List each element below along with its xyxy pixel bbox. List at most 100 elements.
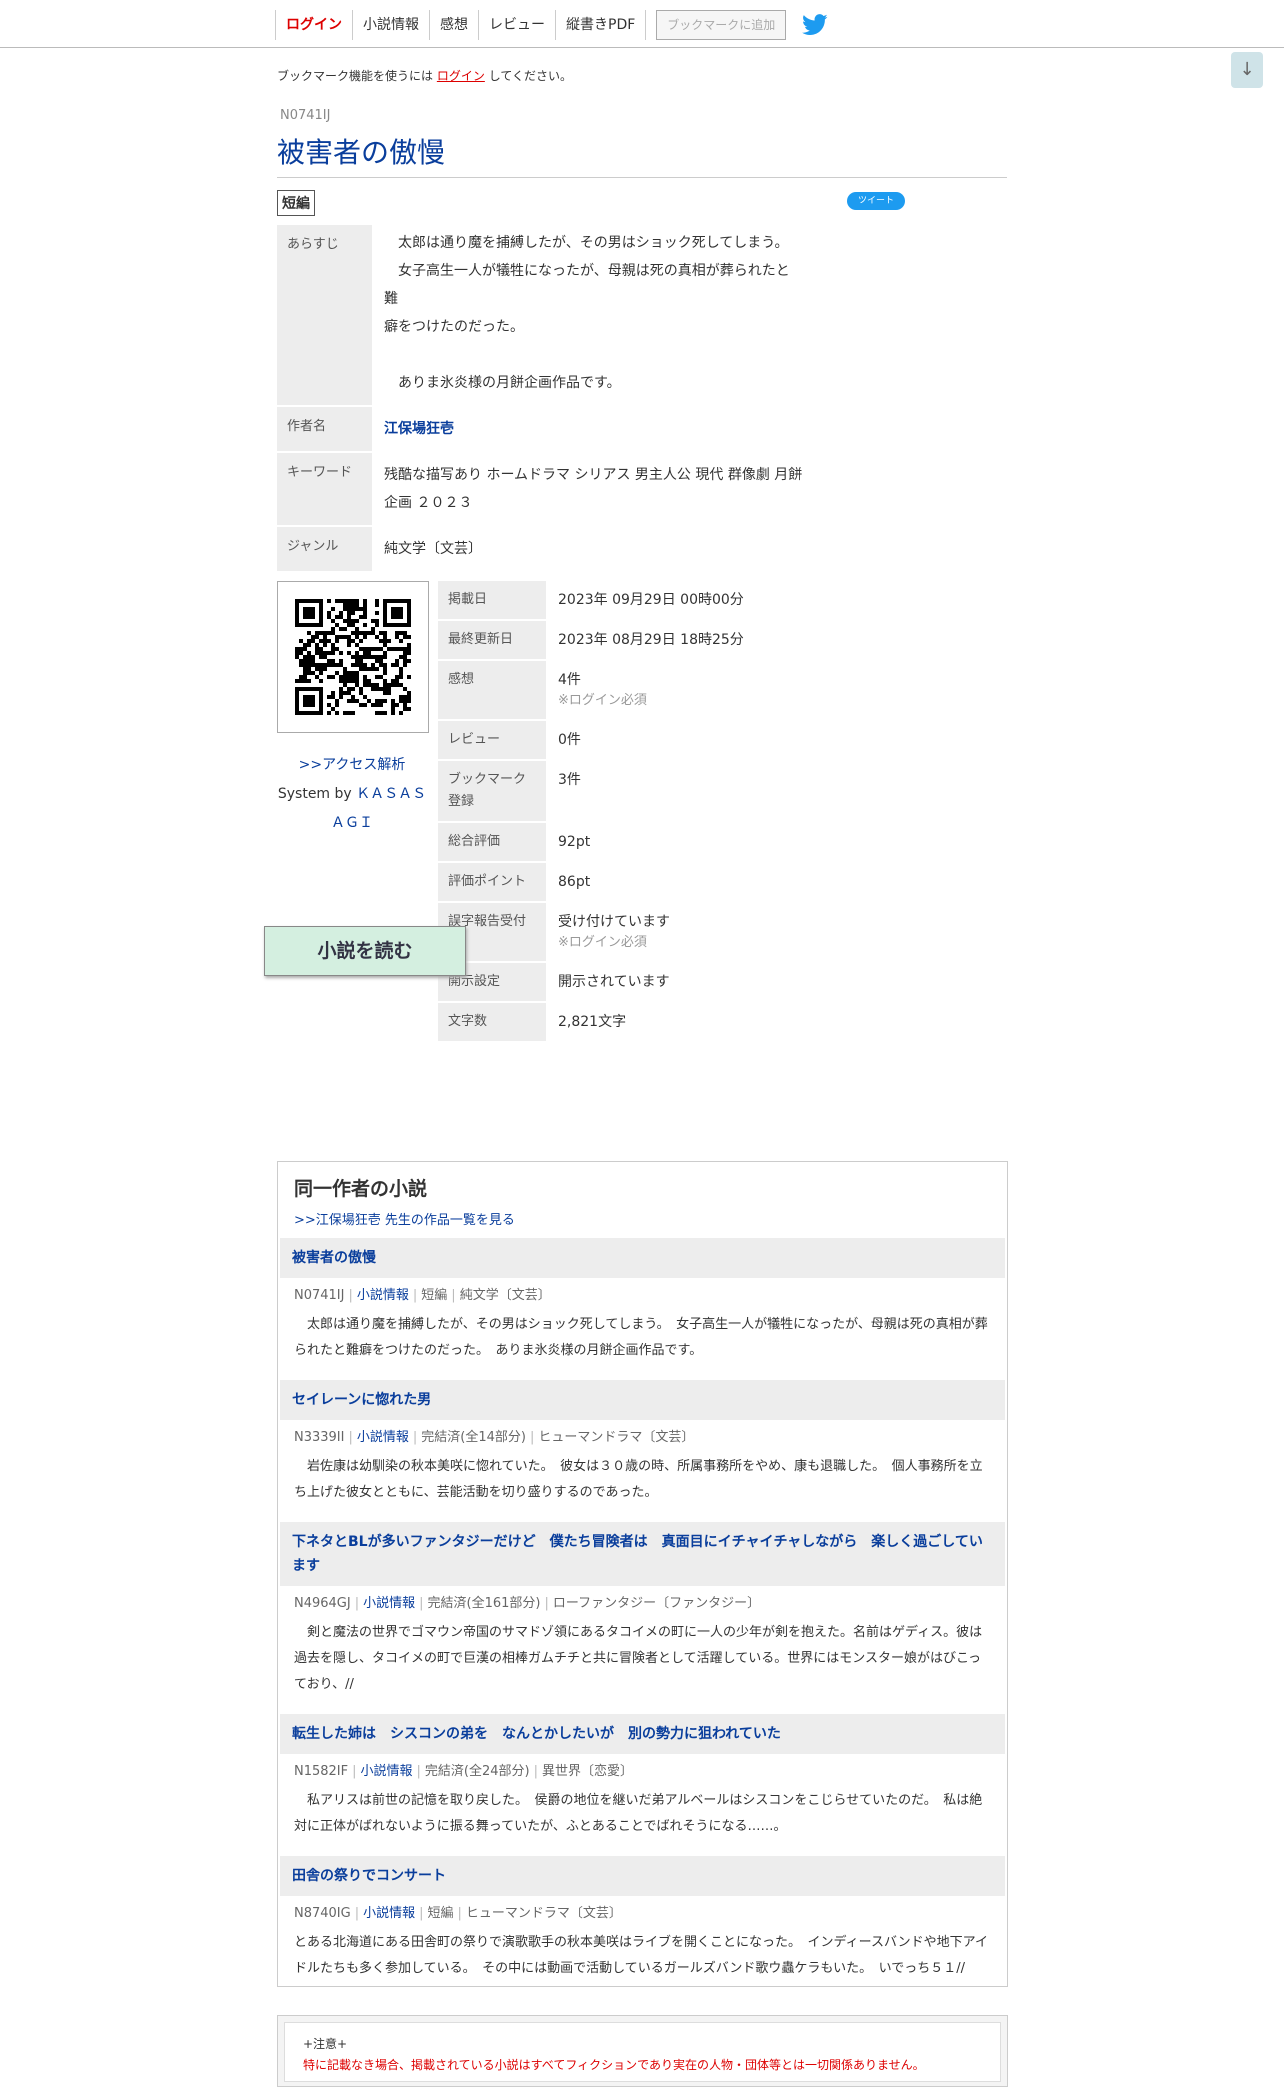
- same-author-heading: 同一作者の小説: [294, 1178, 428, 1200]
- work-ncode: N3339II: [294, 1430, 345, 1445]
- bookmark-notice: ブックマーク機能を使うには ログイン してください。: [277, 67, 1007, 84]
- work-item: 被害者の傲慢 N0741IJ | 小説情報 | 短編 | 純文学〔文芸〕 太郎は通り魔を捕縛し…: [278, 1238, 1007, 1370]
- stats-row: 最終更新日 2023年 08月29日 18時25分: [438, 621, 808, 659]
- work-meta: N0741IJ | 小説情報 | 短編 | 純文学〔文芸〕: [294, 1288, 551, 1303]
- work-info-link[interactable]: 小説情報: [361, 1764, 413, 1779]
- stats-value: 0件: [558, 732, 581, 748]
- synopsis-line: ありま氷炎様の月餅企画作品です。: [384, 375, 621, 391]
- stats-value: 4件: [558, 672, 581, 688]
- work-item: セイレーンに惚れた男 N3339II | 小説情報 | 完結済(全14部分) | ヒューマンド…: [278, 1380, 1007, 1512]
- stats-value-cell: 3件: [548, 761, 808, 821]
- stats-row: 誤字報告受付 受け付けています ※ログイン必須: [438, 903, 808, 961]
- synopsis-line: 癖をつけたのだった。: [384, 319, 524, 335]
- stats-value-cell: 4件 ※ログイン必須: [548, 661, 808, 719]
- work-meta: N1582IF | 小説情報 | 完結済(全24部分) | 異世界〔恋愛〕: [294, 1764, 634, 1779]
- add-bookmark-button[interactable]: ブックマークに追加: [656, 10, 787, 40]
- author-link[interactable]: 江保場狂壱: [384, 421, 454, 437]
- stats-label: 掲載日: [438, 581, 546, 619]
- stats-label: 文字数: [438, 1003, 546, 1041]
- stats-row: 開示設定 開示されています: [438, 963, 808, 1001]
- access-analysis-link[interactable]: >>アクセス解析: [299, 757, 406, 773]
- work-status: 短編: [427, 1906, 454, 1921]
- stats-note: ※ログイン必須: [558, 693, 647, 708]
- author-works-link[interactable]: >>江保場狂壱 先生の作品一覧を見る: [294, 1209, 991, 1228]
- works-list: 被害者の傲慢 N0741IJ | 小説情報 | 短編 | 純文学〔文芸〕 太郎は通り魔を捕縛し…: [278, 1238, 1007, 1988]
- nav: ログイン 小説情報 感想 レビュー 縦書きPDF ブックマークに追加: [275, 10, 828, 40]
- type-tag: 短編: [277, 190, 315, 216]
- nav-login[interactable]: ログイン: [275, 10, 352, 40]
- work-meta: N3339II | 小説情報 | 完結済(全14部分) | ヒューマンドラマ〔文芸〕: [294, 1430, 695, 1445]
- stats-value-cell: 受け付けています ※ログイン必須: [548, 903, 808, 961]
- twitter-icon[interactable]: [802, 14, 828, 36]
- read-novel-button[interactable]: 小説を読む: [264, 926, 466, 976]
- stats-row: 掲載日 2023年 09月29日 00時00分: [438, 581, 808, 619]
- nav-reviews[interactable]: レビュー: [478, 10, 555, 40]
- work-description: 剣と魔法の世界でゴマウン帝国のサマドゾ領にあるタコイメの町に一人の少年が剣を抱え…: [294, 1625, 983, 1692]
- stats-value: 受け付けています: [558, 914, 670, 930]
- author-label: 作者名: [277, 407, 372, 451]
- kasasagi-link-cont[interactable]: ＡＧＩ: [331, 815, 373, 831]
- qr-code: [277, 581, 429, 733]
- nav-vertical-pdf[interactable]: 縦書きPDF: [555, 10, 647, 40]
- work-item: 転生した姉は シスコンの弟を なんとかしたいが 別の勢力に狙われていた N1582…: [278, 1714, 1007, 1846]
- caution-box: +注意+ 特に記載なき場合、掲載されている小説はすべてフィクションであり実在の人…: [277, 2015, 1008, 2087]
- work-genre: ヒューマンドラマ〔文芸〕: [465, 1906, 622, 1921]
- stats-value-cell: 開示されています: [548, 963, 808, 1001]
- stats-row: レビュー 0件: [438, 721, 808, 759]
- stats-label: 最終更新日: [438, 621, 546, 659]
- tweet-button[interactable]: ツイート: [847, 192, 905, 210]
- stats-table: 掲載日 2023年 09月29日 00時00分 最終更新日 2023年 08月29日 …: [436, 579, 810, 1043]
- notice-suffix: してください。: [488, 69, 572, 83]
- work-meta: N4964GJ | 小説情報 | 完結済(全161部分) | ローファンタジー〔ファンタジー…: [294, 1596, 761, 1611]
- work-title-link[interactable]: 転生した姉は シスコンの弟を なんとかしたいが 別の勢力に狙われていた: [280, 1714, 1005, 1754]
- stats-note: ※ログイン必須: [558, 935, 647, 950]
- work-genre: ローファンタジー〔ファンタジー〕: [552, 1596, 761, 1611]
- work-genre: ヒューマンドラマ〔文芸〕: [538, 1430, 695, 1445]
- stats-row: ブックマーク登録 3件: [438, 761, 808, 821]
- stats-label: レビュー: [438, 721, 546, 759]
- synopsis-line: [384, 341, 803, 369]
- work-ncode: N8740IG: [294, 1906, 351, 1921]
- stats-value-cell: 92pt: [548, 823, 808, 861]
- genre-label: ジャンル: [277, 527, 372, 571]
- work-description: とある北海道にある田舎町の祭りで演歌歌手の秋本美咲はライブを開くことになった。 …: [294, 1935, 988, 1976]
- work-title-link[interactable]: 被害者の傲慢: [280, 1238, 1005, 1278]
- stats-value: 2023年 08月29日 18時25分: [558, 632, 744, 648]
- stats-value: 2,821文字: [558, 1014, 627, 1030]
- work-title-link[interactable]: セイレーンに惚れた男: [280, 1380, 1005, 1420]
- work-description: 太郎は通り魔を捕縛したが、その男はショック死してしまう。 女子高生一人が犠牲にな…: [294, 1317, 988, 1358]
- synopsis-label: あらすじ: [277, 225, 372, 405]
- work-status: 完結済(全161部分): [427, 1596, 541, 1611]
- stats-label: 感想: [438, 661, 546, 719]
- scroll-down-button[interactable]: ↓: [1231, 52, 1263, 88]
- work-info-link[interactable]: 小説情報: [363, 1596, 415, 1611]
- stats-value-cell: 0件: [548, 721, 808, 759]
- stats-row: 文字数 2,821文字: [438, 1003, 808, 1041]
- keywords: 残酷な描写あり ホームドラマ シリアス 男主人公 現代 群像劇 月餅企画 ２０２…: [384, 467, 803, 511]
- nav-impressions[interactable]: 感想: [429, 10, 478, 40]
- notice-login-link[interactable]: ログイン: [437, 69, 485, 83]
- synopsis: 太郎は通り魔を捕縛したが、その男はショック死してしまう。 女子高生一人が犠牲にな…: [374, 225, 813, 405]
- work-status: 短編: [421, 1288, 448, 1303]
- nav-novel-info[interactable]: 小説情報: [352, 10, 429, 40]
- kasasagi-link[interactable]: ＫＡＳＡＳ: [356, 786, 426, 802]
- stats-value-cell: 2023年 09月29日 00時00分: [548, 581, 808, 619]
- same-author-box: 同一作者の小説 >>江保場狂壱 先生の作品一覧を見る 被害者の傲慢 N0741IJ…: [277, 1161, 1008, 1987]
- work-info-link[interactable]: 小説情報: [357, 1288, 409, 1303]
- top-nav-bar: ログイン 小説情報 感想 レビュー 縦書きPDF ブックマークに追加: [0, 0, 1284, 48]
- stats-row: 総合評価 92pt: [438, 823, 808, 861]
- work-info-link[interactable]: 小説情報: [363, 1906, 415, 1921]
- caution-head: +注意+: [303, 2037, 348, 2051]
- work-ncode: N4964GJ: [294, 1596, 351, 1611]
- work-title-link[interactable]: 田舎の祭りでコンサート: [280, 1856, 1005, 1896]
- stats-value: 3件: [558, 772, 581, 788]
- ncode: N0741IJ: [280, 108, 331, 123]
- work-title-link[interactable]: 下ネタとBLが多いファンタジーだけど 僕たち冒険者は 真面目にイチャイチャしなが…: [280, 1522, 1005, 1586]
- work-genre: 異世界〔恋愛〕: [542, 1764, 634, 1779]
- stats-row: 評価ポイント 86pt: [438, 863, 808, 901]
- work-info-link[interactable]: 小説情報: [357, 1430, 409, 1445]
- work-item: 下ネタとBLが多いファンタジーだけど 僕たち冒険者は 真面目にイチャイチャしなが…: [278, 1522, 1007, 1704]
- work-genre: 純文学〔文芸〕: [459, 1288, 551, 1303]
- work-status: 完結済(全14部分): [421, 1430, 526, 1445]
- stats-label: ブックマーク登録: [438, 761, 546, 821]
